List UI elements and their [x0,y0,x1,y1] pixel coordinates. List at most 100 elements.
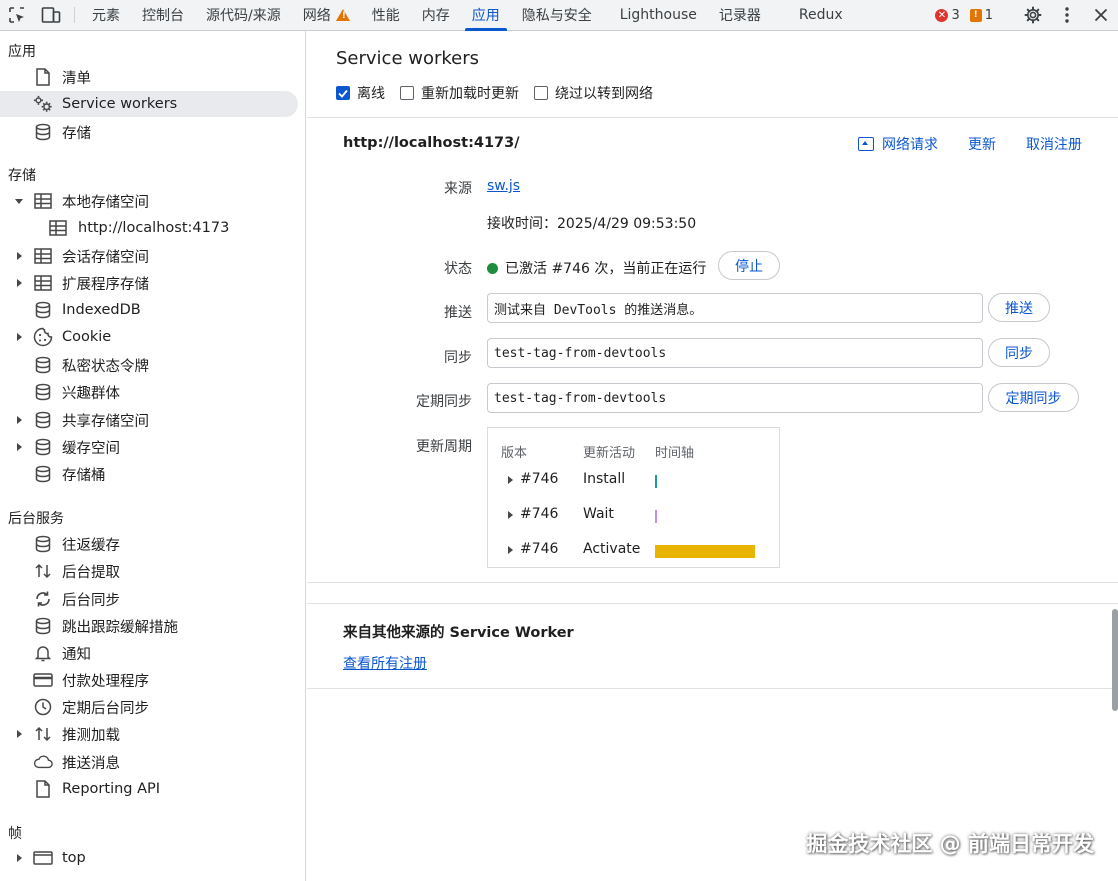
sidebar-item-push-messaging[interactable]: 推送消息 [0,749,298,775]
expand-arrow-icon[interactable] [17,416,22,424]
more-options-icon[interactable] [1050,0,1084,31]
cycle-version: #746 [520,471,559,487]
device-toolbar-icon[interactable] [34,0,68,30]
tab-privacy-security[interactable]: 隐私与安全 [511,0,603,30]
sidebar-item-background-fetch[interactable]: 后台提取 [0,558,298,584]
expand-arrow-icon[interactable] [17,333,22,341]
update-cycle-row-wait[interactable]: #746 Wait [488,505,779,527]
error-count-badge[interactable]: ✕ 3 [935,7,960,23]
sidebar-item-cookie[interactable]: Cookie [0,324,298,350]
sidebar-item-indexeddb[interactable]: IndexedDB [0,297,298,323]
network-requests-link[interactable]: 网络请求 [858,134,938,154]
tab-memory[interactable]: 内存 [411,0,461,30]
sidebar-item-payment-handler[interactable]: 付款处理程序 [0,667,298,693]
bypass-for-network-label: 绕过以转到网络 [555,86,653,102]
sidebar-item-label: 往返缓存 [62,537,120,554]
tab-recorder[interactable]: 记录器 [708,0,772,30]
status-label: 状态 [444,261,472,277]
column-header-version: 版本 [501,446,528,461]
update-link[interactable]: 更新 [968,134,996,154]
expand-arrow-icon[interactable] [17,252,22,260]
expand-arrow-icon[interactable] [17,730,22,738]
column-header-timeline: 时间轴 [655,446,695,461]
sidebar-item-private-state-tokens[interactable]: 私密状态令牌 [0,352,298,378]
sync-button[interactable]: 同步 [988,338,1050,367]
issue-count-badge[interactable]: ! 1 [969,8,993,23]
expand-arrow-icon[interactable] [17,279,22,287]
update-cycle-row-activate[interactable]: #746 Activate [488,540,779,562]
sidebar-item-localhost-origin[interactable]: http://localhost:4173 [0,215,298,241]
database-icon [33,534,53,554]
sidebar-item-local-storage[interactable]: 本地存储空间 [0,188,298,214]
push-label: 推送 [444,305,472,321]
status-running-dot [487,263,498,274]
source-file-link[interactable]: sw.js [487,178,520,194]
update-on-reload-checkbox[interactable] [400,86,414,100]
error-count: 3 [951,7,960,23]
tab-lighthouse[interactable]: Lighthouse [609,0,708,30]
credit-card-icon [33,670,53,690]
stop-button[interactable]: 停止 [718,251,780,280]
sidebar-item-cache-storage[interactable]: 缓存空间 [0,434,298,460]
tab-application[interactable]: 应用 [461,0,511,31]
sidebar-item-extension-storage[interactable]: 扩展程序存储 [0,270,298,296]
sidebar-item-reporting-api[interactable]: Reporting API [0,776,298,802]
devtools-tab-bar: 元素 控制台 源代码/来源 网络! 性能 内存 应用 隐私与安全 Lightho… [0,0,1118,31]
sidebar-item-label: 会话存储空间 [62,249,149,266]
bypass-for-network-checkbox[interactable] [534,86,548,100]
sidebar-item-bounce-tracking[interactable]: 跳出跟踪缓解措施 [0,613,298,639]
error-icon: ✕ [935,8,949,22]
expand-arrow-icon[interactable] [15,199,23,204]
cloud-icon [33,752,53,772]
tab-elements[interactable]: 元素 [81,0,131,30]
watermark: 掘金技术社区 @ 前端日常开发 [806,832,1094,856]
clock-icon [33,697,53,717]
close-devtools-icon[interactable] [1084,0,1118,31]
sidebar-item-service-workers[interactable]: Service workers [0,91,298,117]
sidebar-item-shared-storage[interactable]: 共享存储空间 [0,407,298,433]
expand-arrow-icon[interactable] [508,476,513,484]
sidebar-item-background-sync[interactable]: 后台同步 [0,586,298,612]
sidebar-item-label: 推送消息 [62,755,120,772]
divider [307,582,1118,583]
tab-sources[interactable]: 源代码/来源 [195,0,292,30]
update-on-reload-label: 重新加载时更新 [421,86,519,102]
update-cycle-row-install[interactable]: #746 Install [488,470,779,492]
table-icon [33,246,53,266]
periodic-sync-button[interactable]: 定期同步 [988,383,1079,412]
status-text: 已激活 #746 次，当前正在运行 [505,261,707,277]
sw-options-row: 离线 重新加载时更新 绕过以转到网络 [336,83,668,103]
database-icon [33,382,53,402]
periodic-sync-tag-input[interactable]: test-tag-from-devtools [487,383,983,413]
sidebar-item-notifications[interactable]: 通知 [0,640,298,666]
see-all-registrations-link[interactable]: 查看所有注册 [343,653,427,673]
sidebar-item-periodic-background-sync[interactable]: 定期后台同步 [0,694,298,720]
sidebar-item-manifest[interactable]: 清单 [0,64,298,90]
sidebar-item-top-frame[interactable]: top [0,845,298,871]
expand-arrow-icon[interactable] [17,443,22,451]
sidebar-item-speculative-loads[interactable]: 推测加载 [0,721,298,747]
offline-checkbox[interactable] [336,86,350,100]
sync-tag-input[interactable]: test-tag-from-devtools [487,338,983,368]
expand-arrow-icon[interactable] [508,546,513,554]
timeline-bar-install [655,475,657,488]
issue-icon: ! [969,8,982,22]
settings-gear-icon[interactable] [1016,0,1050,31]
sidebar-item-interest-groups[interactable]: 兴趣群体 [0,379,298,405]
tab-redux[interactable]: Redux [788,0,854,30]
tab-console[interactable]: 控制台 [131,0,195,30]
sidebar-item-session-storage[interactable]: 会话存储空间 [0,243,298,269]
expand-arrow-icon[interactable] [17,854,22,862]
unregister-link[interactable]: 取消注册 [1026,134,1082,154]
push-message-input[interactable]: 测试来自 DevTools 的推送消息。 [487,293,983,323]
tab-performance[interactable]: 性能 [361,0,411,30]
divider [307,603,1118,604]
sidebar-item-storage[interactable]: 存储 [0,119,298,145]
expand-arrow-icon[interactable] [508,511,513,519]
scrollbar-thumb[interactable] [1112,609,1118,711]
sidebar-item-storage-buckets[interactable]: 存储桶 [0,461,298,487]
sidebar-item-bfcache[interactable]: 往返缓存 [0,531,298,557]
push-button[interactable]: 推送 [988,293,1050,322]
inspect-element-icon[interactable] [0,0,34,30]
tab-network[interactable]: 网络! [292,0,361,30]
